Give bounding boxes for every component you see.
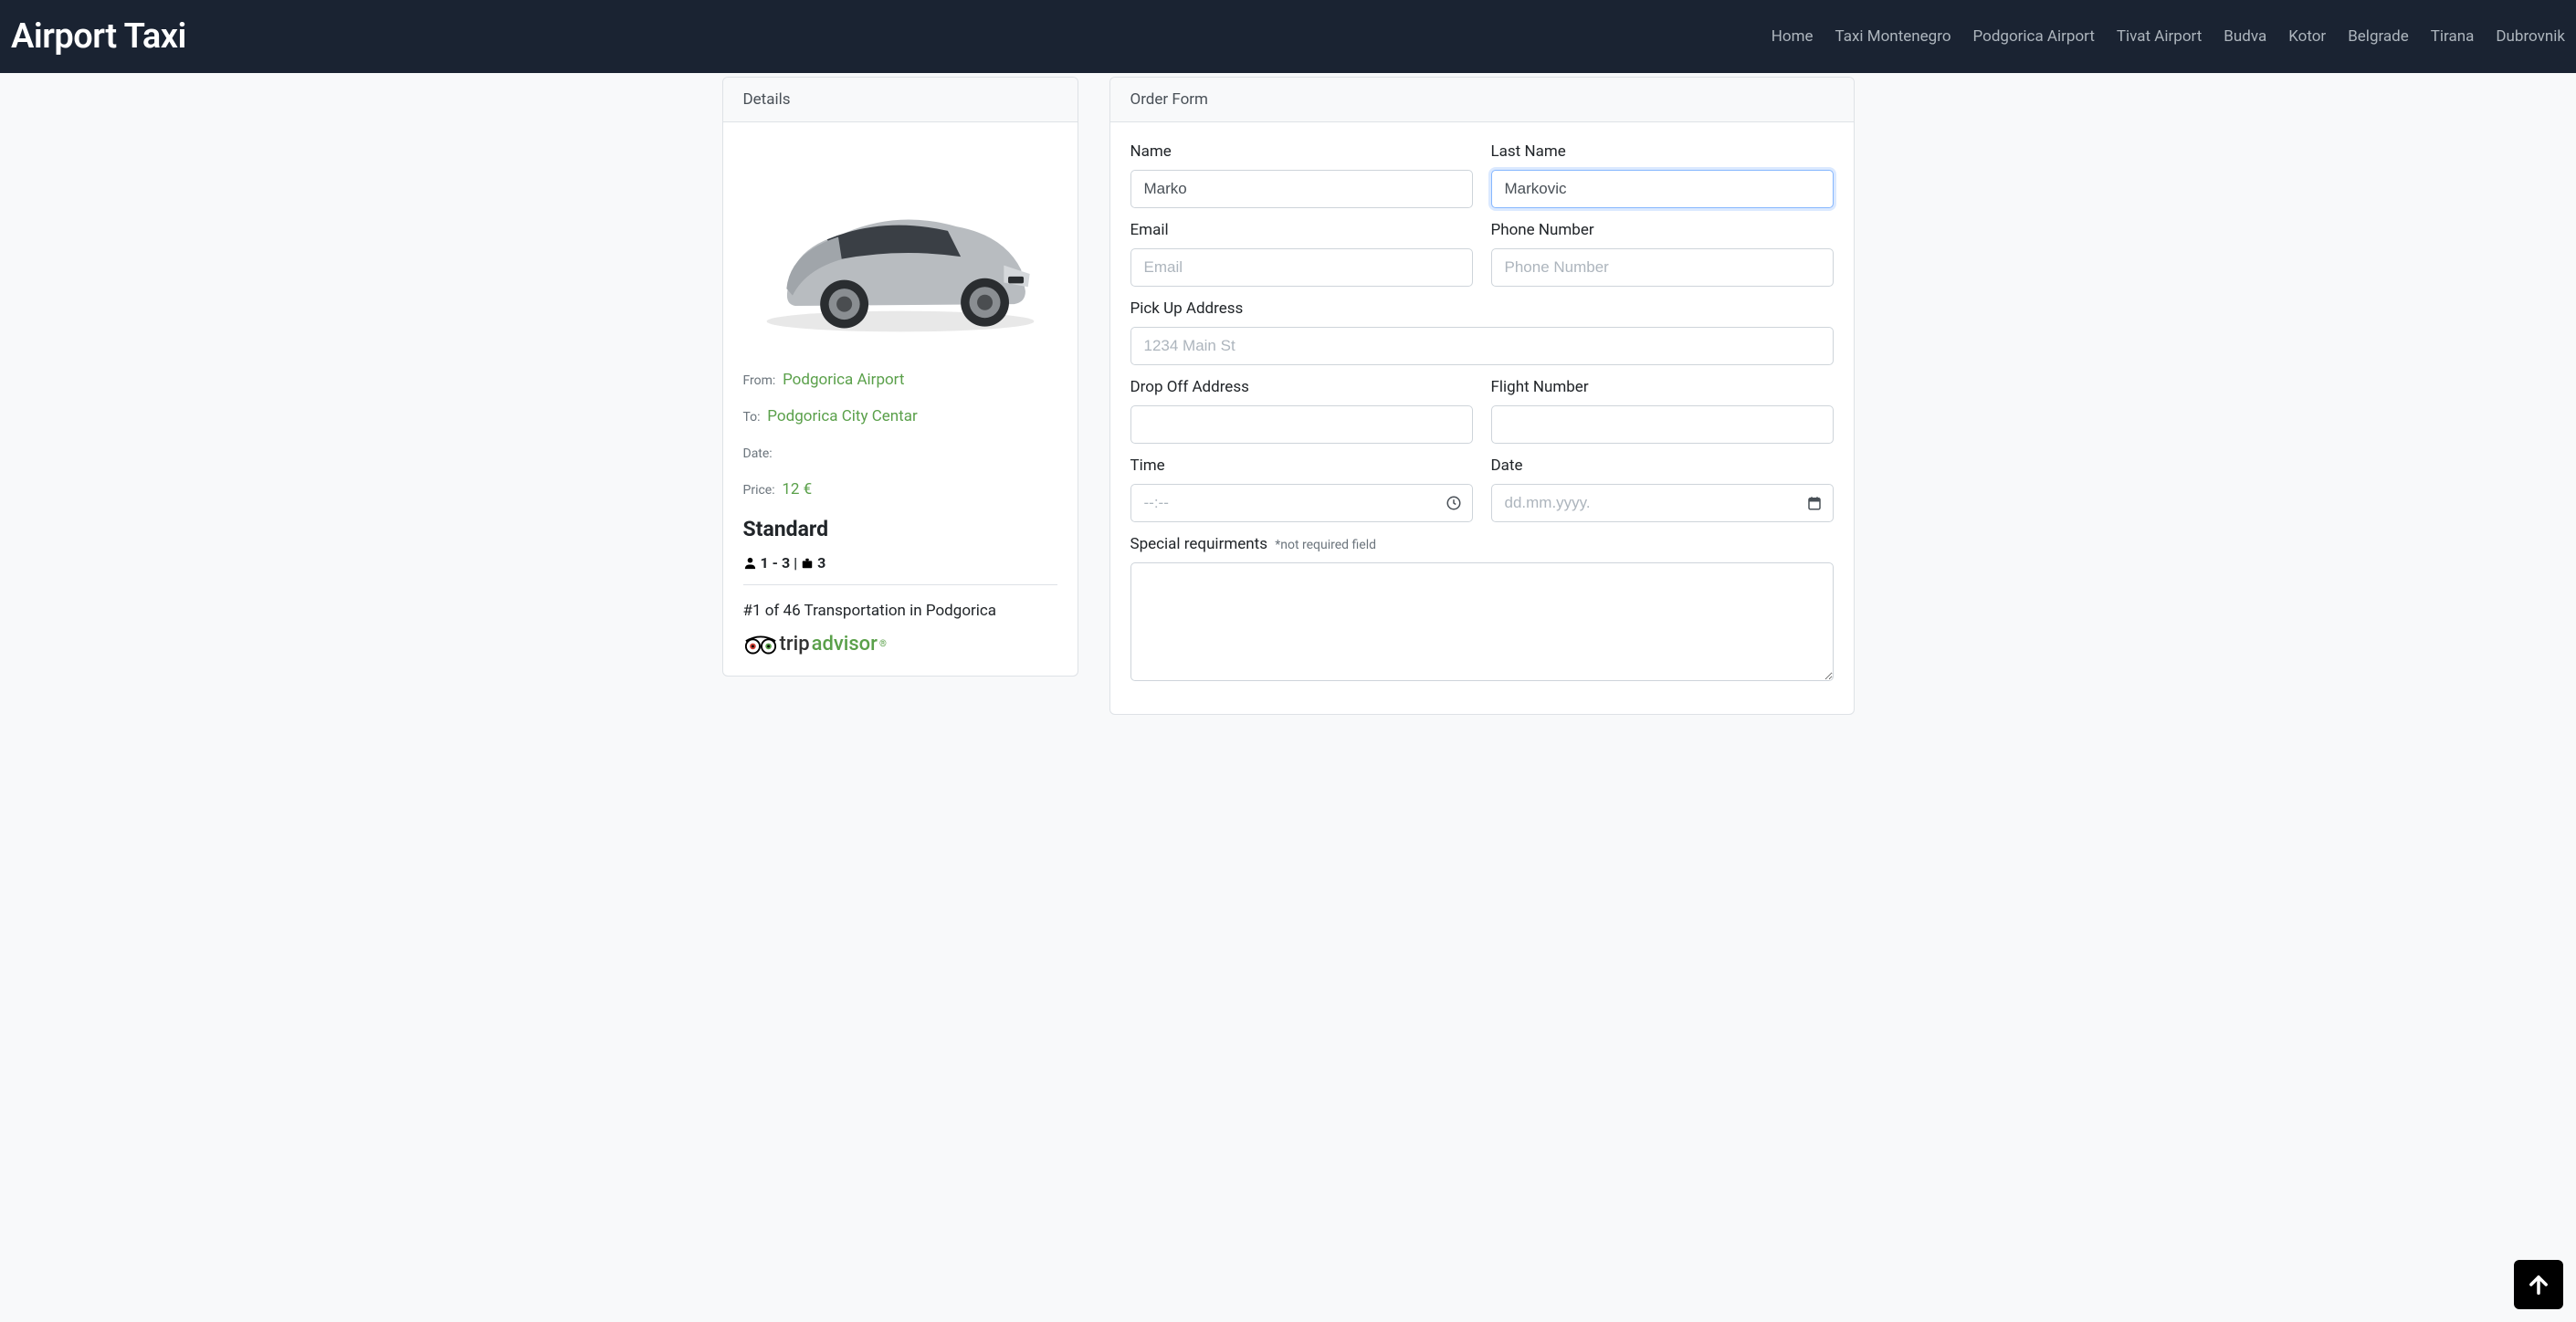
nav-links: Home Taxi Montenegro Podgorica Airport T… — [1772, 27, 2565, 46]
pickup-label: Pick Up Address — [1130, 299, 1834, 318]
capacity-row: 1 - 3 | 3 — [743, 554, 1057, 572]
luggage-count: 3 — [817, 554, 825, 572]
nav-belgrade[interactable]: Belgrade — [2348, 27, 2409, 46]
email-label: Email — [1130, 221, 1473, 239]
ranking-text: #1 of 46 Transportation in Podgorica — [743, 602, 1057, 620]
navbar: Airport Taxi Home Taxi Montenegro Podgor… — [0, 0, 2576, 73]
dropoff-input[interactable] — [1130, 405, 1473, 444]
nav-taxi-montenegro[interactable]: Taxi Montenegro — [1835, 27, 1951, 46]
from-label: From: — [743, 373, 776, 388]
vehicle-class: Standard — [743, 517, 1057, 541]
dropoff-label: Drop Off Address — [1130, 378, 1473, 396]
clock-icon[interactable] — [1446, 495, 1462, 511]
date-row: Date: — [743, 444, 1057, 462]
date-field-label: Date — [1491, 456, 1834, 475]
flight-input[interactable] — [1491, 405, 1834, 444]
luggage-icon — [801, 557, 814, 570]
form-header: Order Form — [1110, 78, 1854, 122]
nav-podgorica-airport[interactable]: Podgorica Airport — [1973, 27, 2095, 46]
phone-input[interactable] — [1491, 248, 1834, 287]
price-row: Price: 12 € — [743, 480, 1057, 498]
calendar-icon[interactable] — [1806, 495, 1823, 511]
name-label: Name — [1130, 142, 1473, 161]
to-row: To: Podgorica City Centar — [743, 407, 1057, 425]
order-form-card: Order Form Name Last Name Email Phone — [1109, 77, 1855, 715]
date-label: Date: — [743, 446, 773, 461]
arrow-up-icon — [2526, 1272, 2551, 1297]
brand-logo[interactable]: Airport Taxi — [11, 16, 186, 57]
nav-tirana[interactable]: Tirana — [2431, 27, 2475, 46]
details-card: Details From: — [722, 77, 1078, 677]
divider — [743, 584, 1057, 585]
name-input[interactable] — [1130, 170, 1473, 208]
details-header: Details — [723, 78, 1078, 122]
nav-budva[interactable]: Budva — [2224, 27, 2266, 46]
car-image — [743, 142, 1057, 362]
person-icon — [743, 556, 757, 570]
phone-label: Phone Number — [1491, 221, 1834, 239]
special-textarea[interactable] — [1130, 562, 1834, 681]
scroll-top-button[interactable] — [2514, 1260, 2563, 1309]
time-input[interactable] — [1130, 484, 1473, 522]
tripadvisor-owl-icon — [743, 634, 778, 656]
tripadvisor-trip: trip — [780, 633, 810, 656]
tripadvisor-logo[interactable]: tripadvisor® — [743, 633, 1057, 656]
from-value: Podgorica Airport — [783, 371, 904, 389]
cap-separator: | — [794, 554, 797, 572]
to-label: To: — [743, 410, 761, 425]
lastname-input[interactable] — [1491, 170, 1834, 208]
passenger-count: 1 - 3 — [761, 554, 791, 572]
nav-home[interactable]: Home — [1772, 27, 1814, 46]
nav-dubrovnik[interactable]: Dubrovnik — [2496, 27, 2565, 46]
pickup-input[interactable] — [1130, 327, 1834, 365]
time-label: Time — [1130, 456, 1473, 475]
special-hint: *not required field — [1275, 538, 1376, 552]
to-value: Podgorica City Centar — [767, 407, 917, 425]
special-label: Special requirments *not required field — [1130, 535, 1834, 553]
email-input[interactable] — [1130, 248, 1473, 287]
tripadvisor-advisor: advisor — [812, 633, 878, 656]
nav-tivat-airport[interactable]: Tivat Airport — [2117, 27, 2202, 46]
lastname-label: Last Name — [1491, 142, 1834, 161]
nav-kotor[interactable]: Kotor — [2288, 27, 2326, 46]
price-value: 12 € — [782, 480, 812, 498]
price-label: Price: — [743, 483, 775, 498]
from-row: From: Podgorica Airport — [743, 371, 1057, 389]
date-input[interactable] — [1491, 484, 1834, 522]
flight-label: Flight Number — [1491, 378, 1834, 396]
